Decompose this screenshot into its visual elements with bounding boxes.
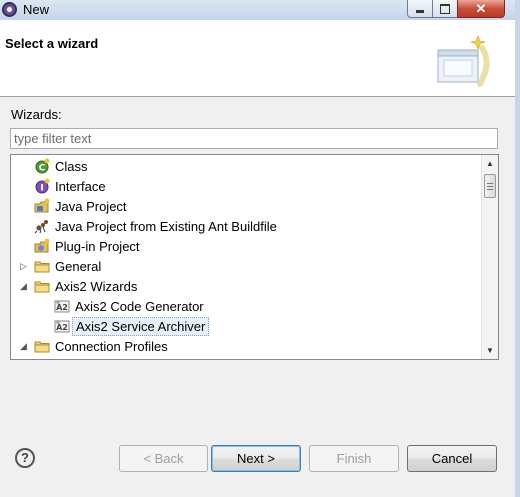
page-title: Select a wizard bbox=[5, 36, 99, 51]
plugin-project-icon bbox=[34, 238, 50, 254]
next-button[interactable]: Next > bbox=[211, 445, 301, 472]
axis2-icon: A2 bbox=[54, 298, 70, 314]
svg-text:A2: A2 bbox=[56, 323, 68, 332]
axis2-icon: A2 bbox=[54, 318, 70, 334]
tree-item-label: Interface bbox=[55, 179, 106, 194]
close-button[interactable]: ✕ bbox=[457, 0, 505, 18]
tree-item[interactable]: Java Project from Existing Ant Buildfile bbox=[11, 216, 481, 236]
tree-item-label: Class bbox=[55, 159, 88, 174]
tree-item-label: Axis2 Wizards bbox=[55, 279, 138, 294]
close-icon: ✕ bbox=[475, 1, 487, 16]
expanded-twisty-icon[interactable]: ◢ bbox=[20, 281, 30, 291]
maximize-button[interactable] bbox=[432, 0, 458, 18]
tree-item[interactable]: A2 Axis2 Service Archiver bbox=[11, 316, 481, 336]
expanded-twisty-icon[interactable]: ◢ bbox=[20, 341, 30, 351]
wizard-banner: Select a wizard bbox=[0, 20, 520, 97]
back-button[interactable]: < Back bbox=[119, 445, 208, 472]
finish-button[interactable]: Finish bbox=[309, 445, 399, 472]
eclipse-icon bbox=[2, 2, 17, 17]
tree-item-label: Java Project bbox=[55, 199, 127, 214]
tree-item-label: Java Project from Existing Ant Buildfile bbox=[55, 219, 277, 234]
class-icon: C bbox=[34, 158, 50, 174]
cancel-button[interactable]: Cancel bbox=[407, 445, 497, 472]
tree-item[interactable]: C Class bbox=[11, 156, 481, 176]
title-bar: New ✕ bbox=[0, 0, 520, 20]
scroll-up-icon[interactable]: ▲ bbox=[482, 155, 498, 172]
wizard-tree[interactable]: C Class I Interface Java Project Java Project… bbox=[10, 154, 499, 360]
window-frame-edge bbox=[515, 0, 520, 497]
tree-item[interactable]: Plug-in Project bbox=[11, 236, 481, 256]
java-project-icon bbox=[34, 198, 50, 214]
vertical-scrollbar[interactable]: ▲ ▼ bbox=[481, 155, 498, 359]
svg-text:A2: A2 bbox=[56, 303, 68, 312]
wizards-label: Wizards: bbox=[11, 107, 62, 122]
window-title: New bbox=[23, 2, 50, 17]
tree-item-label: Axis2 Code Generator bbox=[75, 299, 204, 314]
scrollbar-thumb[interactable] bbox=[484, 174, 496, 198]
folder-icon bbox=[34, 258, 50, 274]
collapsed-twisty-icon[interactable]: ▷ bbox=[20, 261, 30, 271]
wizard-banner-icon bbox=[437, 35, 490, 87]
help-button[interactable]: ? bbox=[15, 448, 35, 468]
minimize-button[interactable] bbox=[407, 0, 433, 18]
tree-item-label: Axis2 Service Archiver bbox=[72, 317, 210, 336]
svg-text:C: C bbox=[39, 164, 46, 174]
filter-input[interactable] bbox=[10, 128, 498, 149]
svg-text:I: I bbox=[40, 184, 43, 194]
maximize-icon bbox=[440, 3, 450, 14]
tree-item-label: Plug-in Project bbox=[55, 239, 140, 254]
tree-item[interactable]: ▷ General bbox=[11, 256, 481, 276]
tree-item[interactable]: Java Project bbox=[11, 196, 481, 216]
tree-item[interactable]: A2 Axis2 Code Generator bbox=[11, 296, 481, 316]
folder-icon bbox=[34, 338, 50, 354]
tree-item[interactable]: I Interface bbox=[11, 176, 481, 196]
tree-item-label: Connection Profiles bbox=[55, 339, 168, 354]
tree-item[interactable]: ◢ Axis2 Wizards bbox=[11, 276, 481, 296]
scroll-down-icon[interactable]: ▼ bbox=[482, 342, 498, 359]
ant-icon bbox=[34, 218, 50, 234]
tree-item-label: General bbox=[55, 259, 102, 274]
tree-item[interactable]: ◢ Connection Profiles bbox=[11, 336, 481, 356]
minimize-icon bbox=[416, 10, 424, 13]
folder-icon bbox=[34, 278, 50, 294]
interface-icon: I bbox=[34, 178, 50, 194]
